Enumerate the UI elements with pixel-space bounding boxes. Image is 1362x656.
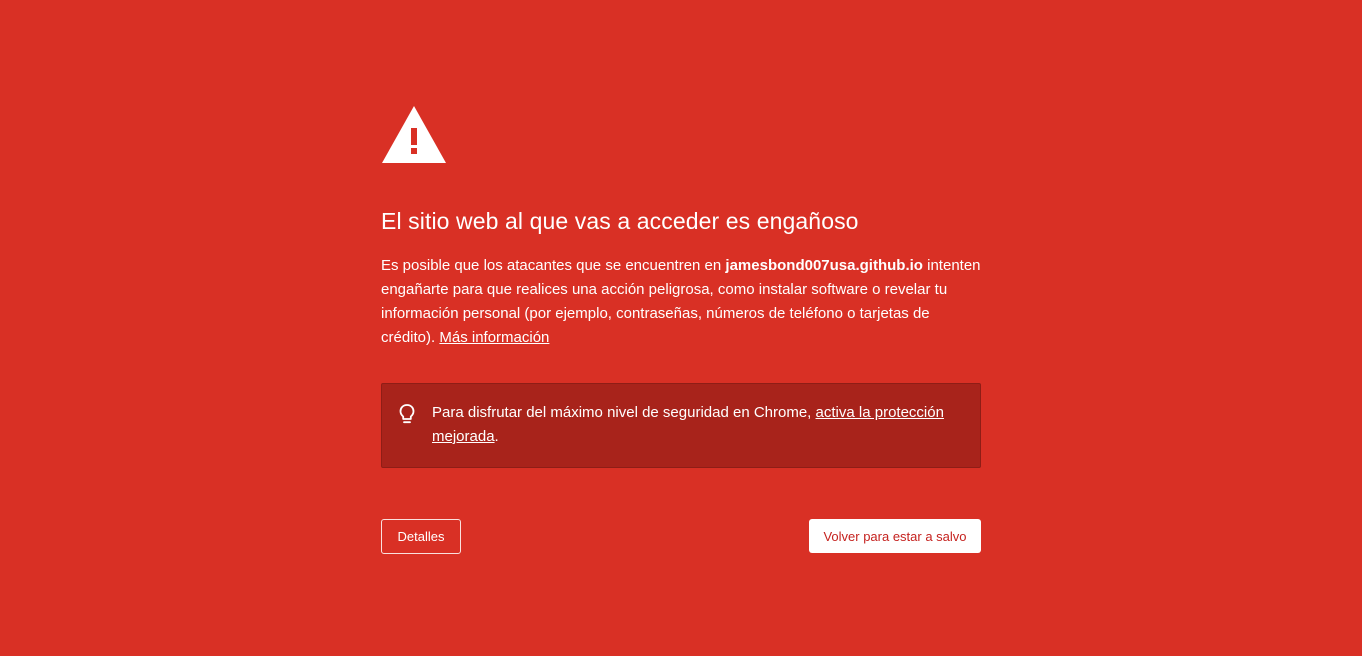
interstitial-page: { "colors": { "background": "#d93025", "…: [0, 0, 1362, 656]
tip-text-start: Para disfrutar del máximo nivel de segur…: [432, 404, 816, 421]
tip-text: Para disfrutar del máximo nivel de segur…: [432, 401, 950, 449]
button-row: Detalles Volver para estar a salvo: [381, 519, 981, 554]
back-to-safety-button[interactable]: Volver para estar a salvo: [809, 519, 981, 553]
tip-text-end: .: [494, 428, 499, 445]
details-button[interactable]: Detalles: [381, 519, 461, 554]
warning-message: Es posible que los atacantes que se encu…: [381, 254, 981, 350]
learn-more-link[interactable]: Más información: [439, 329, 549, 346]
warning-triangle-icon: [382, 106, 446, 163]
lightbulb-icon: [399, 404, 415, 424]
interstitial-content: El sitio web al que vas a acceder es eng…: [381, 104, 981, 554]
site-host: jamesbond007usa.github.io: [725, 257, 923, 274]
enhanced-protection-tip: Para disfrutar del máximo nivel de segur…: [381, 383, 981, 468]
message-text-start: Es posible que los atacantes que se encu…: [381, 257, 726, 274]
page-title: El sitio web al que vas a acceder es eng…: [381, 208, 859, 234]
